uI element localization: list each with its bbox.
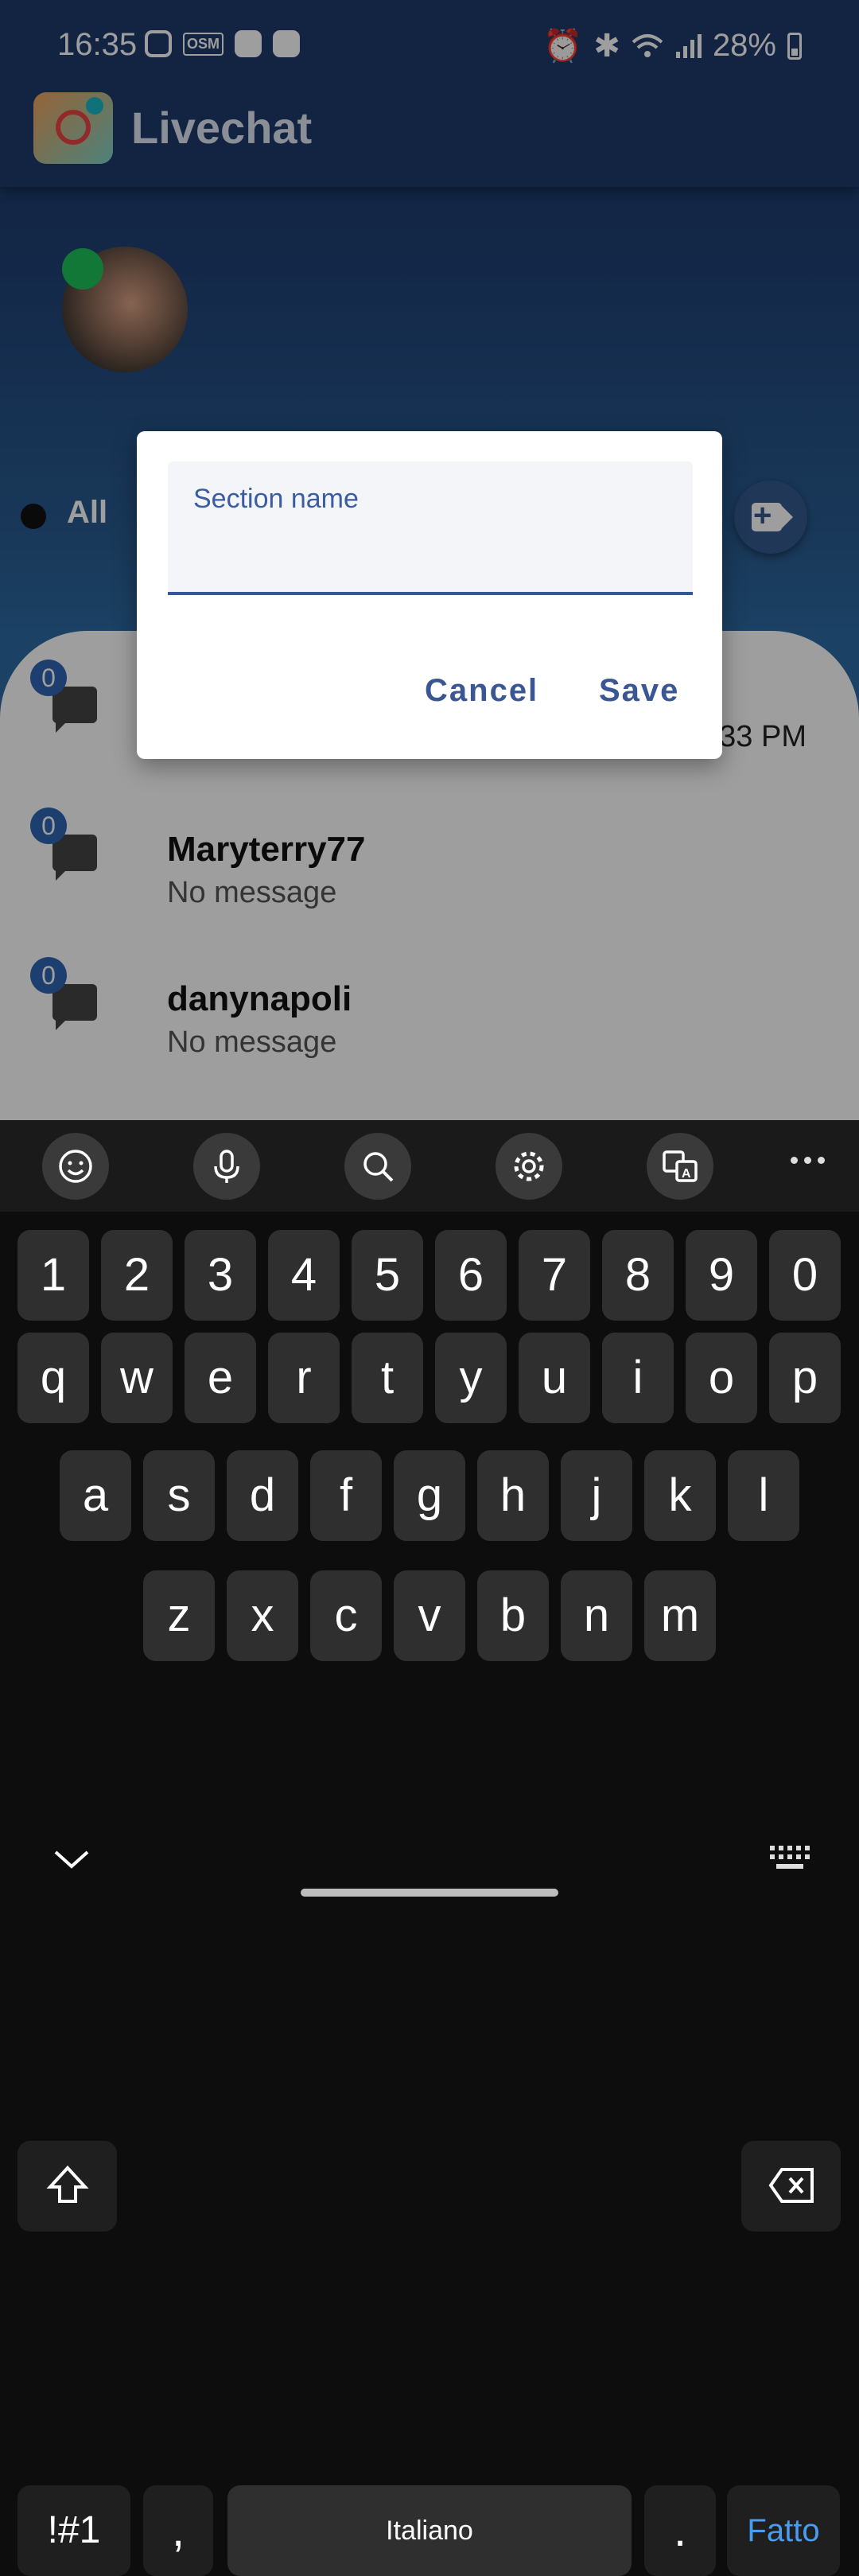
cancel-button[interactable]: Cancel [425, 673, 538, 709]
key-7[interactable]: 7 [519, 1230, 590, 1321]
key-a[interactable]: a [60, 1450, 131, 1541]
backspace-key[interactable] [741, 2141, 841, 2232]
key-o[interactable]: o [686, 1333, 757, 1423]
key-e[interactable]: e [185, 1333, 256, 1423]
shift-key[interactable] [17, 2141, 117, 2232]
key-y[interactable]: y [435, 1333, 507, 1423]
key-g[interactable]: g [394, 1450, 465, 1541]
key-5[interactable]: 5 [352, 1230, 423, 1321]
keyboard-switch-icon[interactable] [768, 1844, 810, 1871]
keyboard-toolbar: A [0, 1120, 859, 1212]
section-name-dialog: Section name Cancel Save [137, 431, 722, 759]
svg-text:A: A [682, 1167, 691, 1181]
section-name-label: Section name [193, 484, 359, 514]
comma-key[interactable]: , [143, 2485, 213, 2576]
key-j[interactable]: j [561, 1450, 632, 1541]
app-screen: 16:35 OSM ⏰ ✱ 28% Livechat All + 0 3:33 … [0, 0, 859, 1120]
symbols-key[interactable]: !#1 [17, 2485, 130, 2576]
key-m[interactable]: m [644, 1570, 716, 1661]
key-8[interactable]: 8 [602, 1230, 674, 1321]
gesture-nav-bar[interactable] [301, 1889, 558, 1897]
key-2[interactable]: 2 [101, 1230, 173, 1321]
section-name-field[interactable]: Section name [168, 461, 693, 595]
more-icon[interactable] [791, 1157, 825, 1164]
done-key[interactable]: Fatto [727, 2485, 840, 2576]
section-name-input[interactable] [193, 527, 666, 576]
key-b[interactable]: b [477, 1570, 549, 1661]
key-h[interactable]: h [477, 1450, 549, 1541]
keyboard-collapse-icon[interactable] [52, 1846, 91, 1873]
key-w[interactable]: w [101, 1333, 173, 1423]
key-k[interactable]: k [644, 1450, 716, 1541]
key-l[interactable]: l [728, 1450, 799, 1541]
key-t[interactable]: t [352, 1333, 423, 1423]
key-3[interactable]: 3 [185, 1230, 256, 1321]
period-key[interactable]: . [644, 2485, 716, 2576]
key-4[interactable]: 4 [268, 1230, 340, 1321]
key-x[interactable]: x [227, 1570, 298, 1661]
settings-icon[interactable] [496, 1133, 562, 1200]
save-button[interactable]: Save [599, 673, 679, 709]
key-q[interactable]: q [17, 1333, 89, 1423]
key-0[interactable]: 0 [769, 1230, 841, 1321]
key-v[interactable]: v [394, 1570, 465, 1661]
key-z[interactable]: z [143, 1570, 215, 1661]
key-c[interactable]: c [310, 1570, 382, 1661]
key-n[interactable]: n [561, 1570, 632, 1661]
key-s[interactable]: s [143, 1450, 215, 1541]
space-key[interactable]: Italiano [227, 2485, 632, 2576]
emoji-icon[interactable] [42, 1133, 109, 1200]
key-i[interactable]: i [602, 1333, 674, 1423]
key-f[interactable]: f [310, 1450, 382, 1541]
key-u[interactable]: u [519, 1333, 590, 1423]
key-6[interactable]: 6 [435, 1230, 507, 1321]
key-p[interactable]: p [769, 1333, 841, 1423]
key-1[interactable]: 1 [17, 1230, 89, 1321]
key-d[interactable]: d [227, 1450, 298, 1541]
microphone-icon[interactable] [193, 1133, 260, 1200]
search-icon[interactable] [344, 1133, 411, 1200]
key-r[interactable]: r [268, 1333, 340, 1423]
translate-icon[interactable]: A [647, 1133, 713, 1200]
key-9[interactable]: 9 [686, 1230, 757, 1321]
keyboard: A 1234567890 qwertyuiop asdfghjkl zxcvbn… [0, 1120, 859, 2576]
